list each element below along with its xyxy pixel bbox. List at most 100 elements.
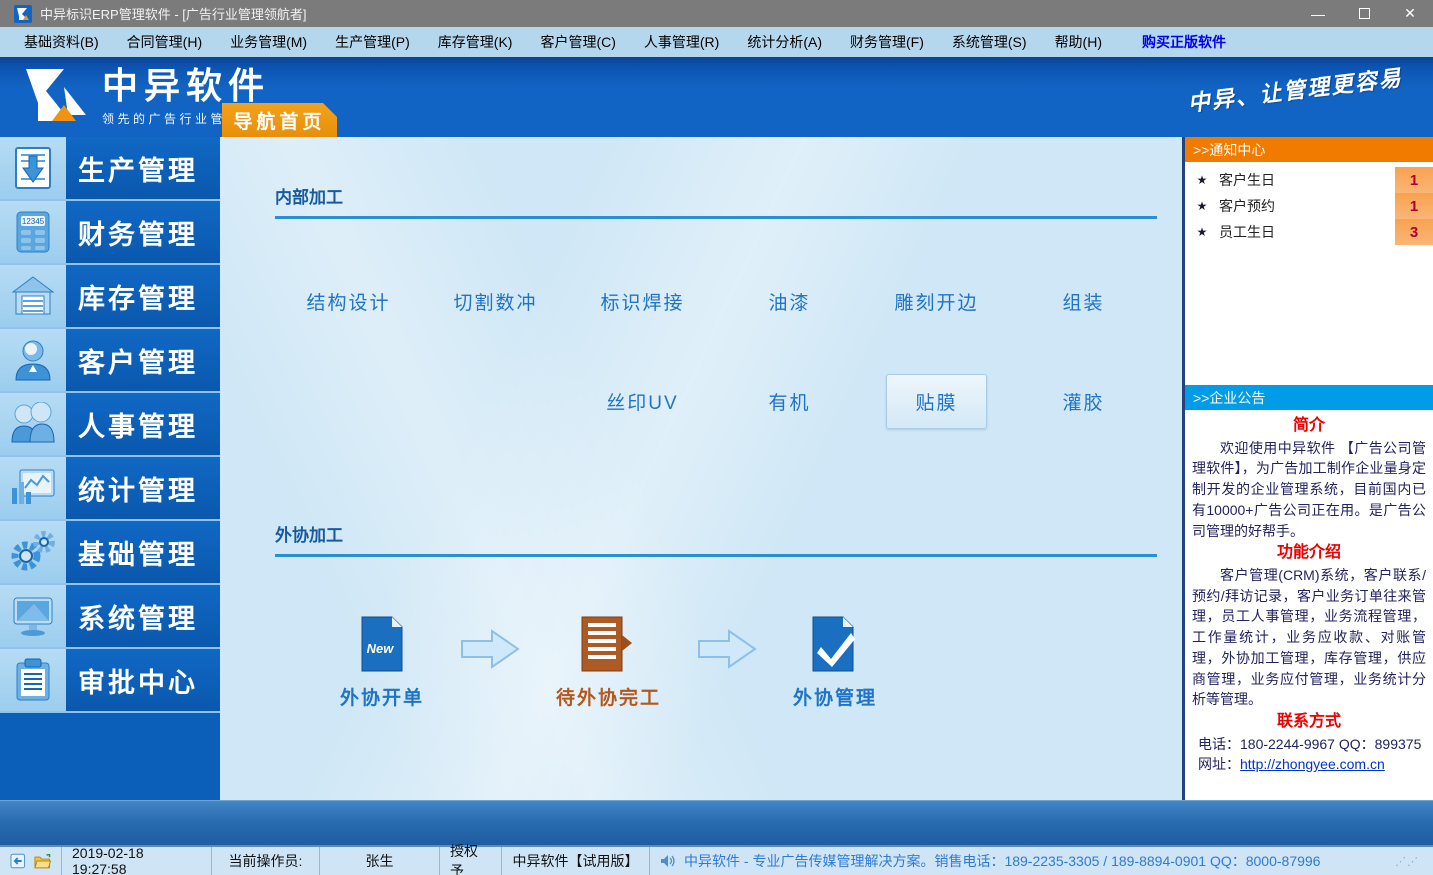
star-icon: ★ [1185,173,1219,187]
new-order-doc-icon: New [356,615,408,673]
menu-contract[interactable]: 合同管理(H) [113,27,216,57]
notify-item-customer-appointment[interactable]: ★ 客户预约 1 [1185,193,1433,219]
outsource-pending-complete[interactable]: 待外协完工 [556,615,661,710]
process-glue[interactable]: 灌胶 [1056,375,1110,428]
flow-arrow-icon [695,627,759,671]
outsource-new-order[interactable]: New 外协开单 [340,615,424,710]
speaker-icon [660,854,676,868]
sidebar-item-label: 统计管理 [66,457,220,519]
menu-system[interactable]: 系统管理(S) [938,27,1041,57]
contact-phone: 电话：180-2244-9967 QQ：899375 [1192,734,1426,755]
svg-text:New: New [367,641,395,656]
nav-home-content: 内部加工 结构设计 切割数冲 标识焊接 油漆 雕刻开边 组装 丝印UV 有机 贴… [220,137,1182,800]
announcement-header: >>企业公告 [1185,385,1433,410]
brand-logo-icon [24,65,90,125]
resize-grip[interactable]: ⋰⋰ [1395,855,1419,868]
notify-count-badge: 3 [1395,219,1433,245]
notify-list: ★ 客户生日 1 ★ 客户预约 1 ★ 员工生日 3 [1185,162,1433,382]
notify-item-customer-birthday[interactable]: ★ 客户生日 1 [1185,167,1433,193]
stats-icon [0,457,66,519]
window-title: 中异标识ERP管理软件 - [广告行业管理领航者] [40,4,1295,23]
announcement-features-title: 功能介绍 [1192,541,1426,565]
process-paint[interactable]: 油漆 [762,275,816,328]
process-acrylic[interactable]: 有机 [762,375,816,428]
menu-inventory[interactable]: 库存管理(K) [424,27,527,57]
menu-business[interactable]: 业务管理(M) [216,27,321,57]
minimize-button[interactable]: — [1295,0,1341,27]
finance-icon: 12345 [0,201,66,263]
sidebar: 生产管理 12345 财务管理 库存管理 客户管理 [0,137,220,800]
announcement-intro-text: 欢迎使用中异软件 【广告公司管理软件】，为广告加工制作企业量身定制开发的企业管理… [1192,438,1426,542]
outsource-flow: New 外协开单 [340,615,1157,710]
status-license: 中异软件【试用版】 [502,847,650,875]
gears-icon [0,521,66,583]
flow-arrow-icon [458,627,522,671]
maximize-button[interactable] [1341,0,1387,27]
menu-finance[interactable]: 财务管理(F) [836,27,938,57]
menu-production[interactable]: 生产管理(P) [321,27,424,57]
internal-process-grid: 结构设计 切割数冲 标识焊接 油漆 雕刻开边 组装 丝印UV 有机 贴膜 灌胶 [275,275,1157,429]
sidebar-item-label: 人事管理 [66,393,220,455]
section-outsource-title: 外协加工 [275,521,1157,557]
announcement-contact-title: 联系方式 [1192,710,1426,734]
exit-icon[interactable] [10,853,26,869]
sidebar-item-hr[interactable]: 人事管理 [0,393,220,457]
hr-icon [0,393,66,455]
sidebar-filler [0,713,220,800]
sidebar-item-label: 审批中心 [66,649,220,711]
production-icon [0,137,66,199]
menu-stats[interactable]: 统计分析(A) [733,27,836,57]
sidebar-item-inventory[interactable]: 库存管理 [0,265,220,329]
sidebar-item-system[interactable]: 系统管理 [0,585,220,649]
app-window: 中异标识ERP管理软件 - [广告行业管理领航者] — ✕ 基础资料(B) 合同… [0,0,1433,875]
star-icon: ★ [1185,199,1219,213]
sidebar-item-stats[interactable]: 统计管理 [0,457,220,521]
tab-nav-home[interactable]: 导航首页 [222,103,337,137]
process-sign-welding[interactable]: 标识焊接 [594,275,690,328]
status-operator-name: 张生 [320,847,440,875]
announcement-intro-title: 简介 [1192,414,1426,438]
process-silkscreen-uv[interactable]: 丝印UV [600,375,684,428]
sidebar-item-label: 库存管理 [66,265,220,327]
website-link[interactable]: http://zhongyee.com.cn [1240,756,1385,772]
section-internal-title: 内部加工 [275,183,1157,219]
sidebar-item-base[interactable]: 基础管理 [0,521,220,585]
brand-name: 中异软件 [102,65,319,107]
process-film[interactable]: 贴膜 [886,374,986,429]
notify-count-badge: 1 [1395,193,1433,219]
status-bar: 2019-02-18 19:27:58 当前操作员: 张生 授权予 中异软件【试… [0,845,1433,875]
manage-doc-icon [807,615,863,673]
sidebar-item-production[interactable]: 生产管理 [0,137,220,201]
sidebar-item-label: 基础管理 [66,521,220,583]
process-cutting-punch[interactable]: 切割数冲 [447,275,543,328]
open-folder-icon[interactable] [34,854,51,869]
sidebar-item-approval[interactable]: 审批中心 [0,649,220,713]
notify-item-employee-birthday[interactable]: ★ 员工生日 3 [1185,219,1433,245]
close-button[interactable]: ✕ [1387,0,1433,27]
menu-help[interactable]: 帮助(H) [1041,27,1116,57]
menu-hr[interactable]: 人事管理(R) [630,27,733,57]
sidebar-item-label: 财务管理 [66,201,220,263]
announcement-body: 简介 欢迎使用中异软件 【广告公司管理软件】，为广告加工制作企业量身定制开发的企… [1185,410,1433,800]
menu-bar: 基础资料(B) 合同管理(H) 业务管理(M) 生产管理(P) 库存管理(K) … [0,27,1433,57]
notify-count-badge: 1 [1395,167,1433,193]
menu-customer[interactable]: 客户管理(C) [526,27,629,57]
system-icon [0,585,66,647]
brand-slogan: 中异、让管理更容易 [1186,60,1404,118]
process-engraving[interactable]: 雕刻开边 [888,275,984,328]
process-structure-design[interactable]: 结构设计 [300,275,396,328]
bottom-band [0,800,1433,845]
menu-basic-data[interactable]: 基础资料(B) [10,27,113,57]
right-panel: >>通知中心 ★ 客户生日 1 ★ 客户预约 1 ★ 员工生日 3 > [1182,137,1433,800]
process-assembly[interactable]: 组装 [1056,275,1110,328]
svg-text:12345: 12345 [22,217,45,226]
title-bar: 中异标识ERP管理软件 - [广告行业管理领航者] — ✕ [0,0,1433,27]
outsource-manage[interactable]: 外协管理 [793,615,877,710]
sidebar-item-label: 客户管理 [66,329,220,391]
announcement-features-text: 客户管理(CRM)系统，客户联系/预约/拜访记录，客户业务订单往来管理，员工人事… [1192,565,1426,710]
status-operator-label: 当前操作员: [212,847,320,875]
sidebar-item-customer[interactable]: 客户管理 [0,329,220,393]
buy-genuine-link[interactable]: 购买正版软件 [1128,27,1240,57]
sidebar-item-label: 系统管理 [66,585,220,647]
sidebar-item-finance[interactable]: 12345 财务管理 [0,201,220,265]
